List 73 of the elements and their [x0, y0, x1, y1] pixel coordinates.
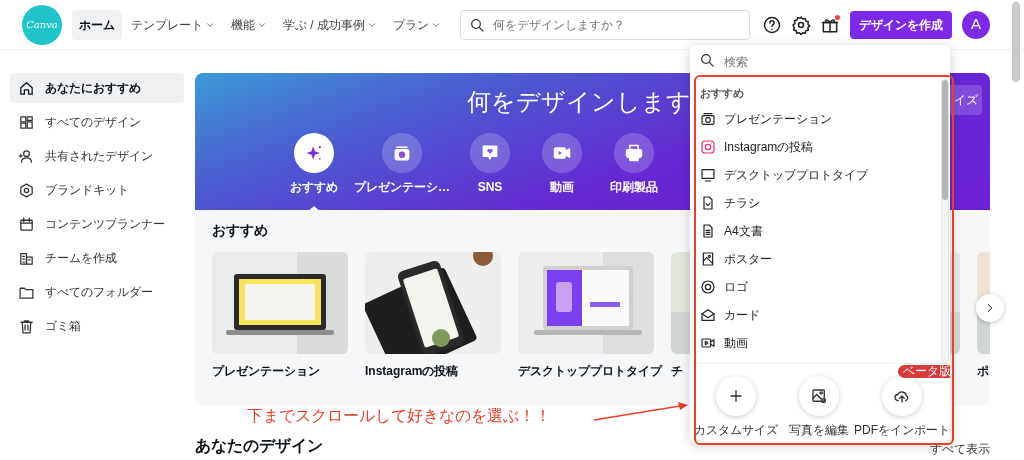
action-label: 写真を編集: [789, 422, 849, 439]
sidebar-item[interactable]: すべてのデザイン: [10, 107, 184, 137]
trash-icon: [18, 317, 35, 335]
presentation-icon: [392, 143, 412, 163]
hexagon-icon: [18, 181, 35, 199]
printer-icon: [624, 143, 644, 163]
category-tab[interactable]: SNS: [458, 133, 522, 196]
menu-item[interactable]: Instagramの投稿: [700, 132, 930, 161]
menu-item[interactable]: 動画: [700, 328, 930, 357]
menu-item[interactable]: デスクトッププロトタイプ: [700, 160, 930, 189]
category-tab[interactable]: 動画: [530, 133, 594, 196]
action-button[interactable]: [716, 376, 756, 416]
people-icon: [18, 147, 35, 165]
category-tab[interactable]: プレゼンテーシ…: [354, 133, 450, 196]
action-label: カスタムサイズ: [694, 422, 778, 439]
sidebar-item[interactable]: コンテンツプランナー: [10, 209, 184, 239]
poster-icon: [700, 250, 716, 267]
envelope-icon: [700, 306, 716, 323]
action-button[interactable]: [882, 376, 922, 416]
document-icon: [700, 222, 716, 239]
menu-item[interactable]: A4文書: [700, 216, 930, 245]
banner-title: 何をデザインします: [467, 87, 691, 117]
menu-item[interactable]: カード: [700, 300, 930, 329]
see-all-link[interactable]: すべて表示: [930, 442, 990, 456]
nav-link[interactable]: ホーム: [72, 9, 122, 40]
template-title[interactable]: プレゼンテーション: [212, 361, 320, 380]
template-title[interactable]: デスクトッププロトタイプ: [518, 361, 662, 380]
nav-link[interactable]: 機能: [224, 9, 274, 40]
menu-item[interactable]: ポスター: [700, 244, 930, 273]
template-title[interactable]: チ: [671, 361, 683, 380]
sidebar-item[interactable]: ブランドキット: [10, 175, 184, 205]
menu-item[interactable]: プレゼンテーション: [700, 104, 930, 133]
template-title[interactable]: ポ: [977, 361, 989, 380]
circle-logo-icon: [700, 278, 716, 295]
help-icon: [762, 14, 782, 35]
calendar-icon: [18, 215, 35, 233]
sidebar-item[interactable]: すべてのフォルダー: [10, 277, 184, 307]
beta-badge: ベータ版: [898, 365, 950, 378]
monitor-icon: [700, 166, 716, 183]
image-edit-icon: [810, 387, 828, 405]
settings-icon: [791, 14, 811, 35]
grid-icon: [18, 113, 35, 131]
flyer-icon: [700, 194, 716, 211]
menu-section-label: おすすめ: [700, 86, 744, 101]
scrollbar[interactable]: [1012, 2, 1020, 82]
menu-search-field[interactable]: 検索: [690, 45, 950, 79]
presentation-icon: [700, 110, 716, 127]
plus-icon: [727, 387, 745, 405]
sidebar-item[interactable]: あなたにおすすめ: [10, 73, 184, 103]
nav-link[interactable]: 学ぶ / 成功事例: [276, 9, 384, 40]
search-field[interactable]: 何をデザインしますか？: [460, 9, 750, 40]
camera-app-icon: [700, 138, 716, 155]
search-icon: [699, 52, 715, 68]
category-tab[interactable]: 印刷製品: [602, 133, 666, 196]
search-icon: [469, 16, 485, 33]
action-button[interactable]: [799, 376, 839, 416]
home-icon: [18, 79, 35, 97]
nav-link[interactable]: テンプレート: [124, 9, 222, 40]
sidebar-item[interactable]: チームを作成: [10, 243, 184, 273]
sidebar-item[interactable]: 共有されたデザイン: [10, 141, 184, 171]
nav-link[interactable]: プラン: [386, 9, 448, 40]
sidebar-item[interactable]: ゴミ箱: [10, 311, 184, 341]
scrollbar[interactable]: [941, 79, 949, 363]
avatar[interactable]: A: [962, 10, 990, 39]
menu-item[interactable]: チラシ: [700, 188, 930, 217]
section-heading: あなたのデザイン: [195, 436, 323, 456]
template-title[interactable]: Instagramの投稿: [365, 361, 459, 380]
menu-item[interactable]: ロゴ: [700, 272, 930, 301]
gift-icon[interactable]: [820, 14, 840, 35]
action-label: PDFをインポート: [854, 422, 950, 439]
create-design-button[interactable]: デザインを作成: [850, 10, 952, 39]
section-heading: おすすめ: [212, 222, 268, 239]
annotation-text: 下までスクロールして好きなのを選ぶ！！: [247, 406, 551, 426]
